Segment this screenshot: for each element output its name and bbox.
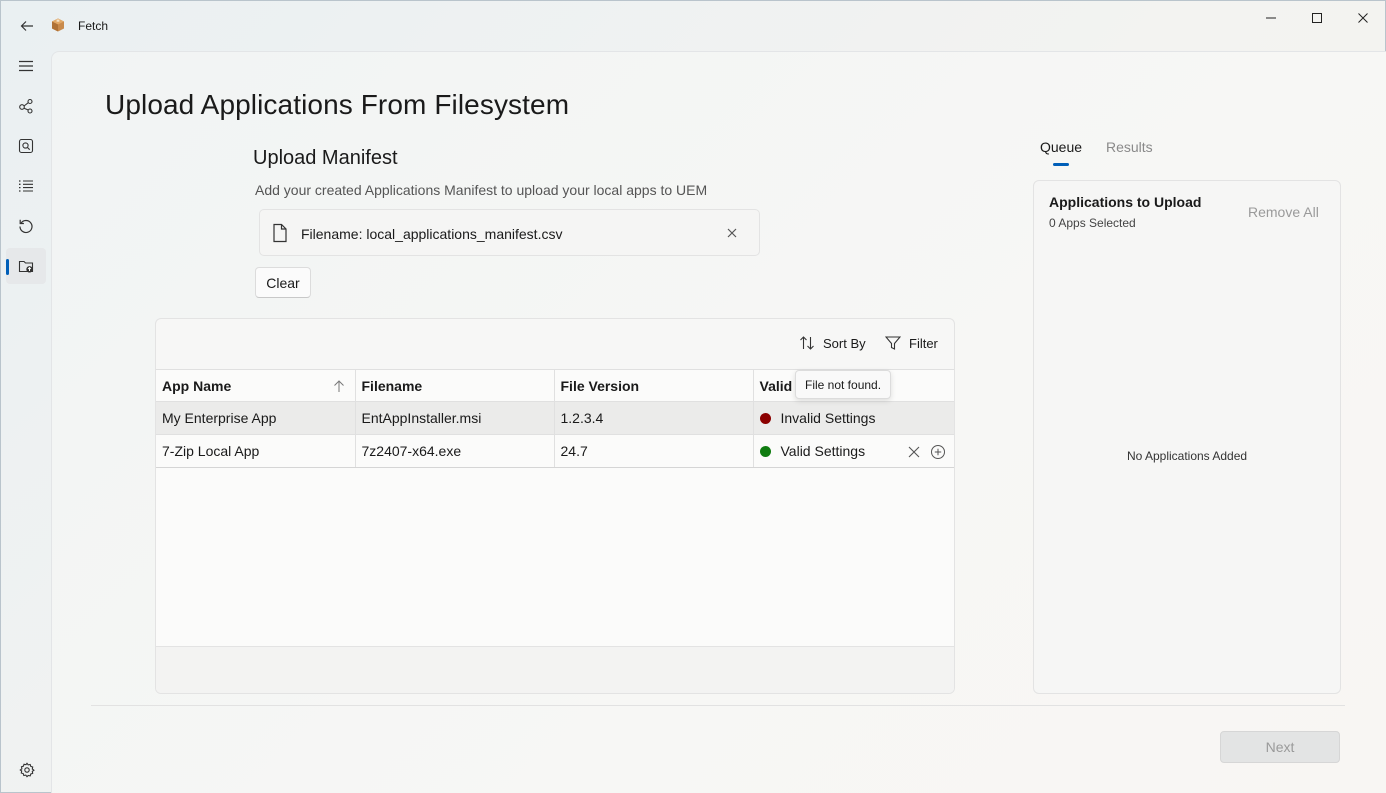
minimize-icon[interactable] bbox=[1251, 7, 1291, 29]
cell-filename: 7z2407-x64.exe bbox=[355, 434, 555, 468]
cell-file-version: 1.2.3.4 bbox=[554, 401, 754, 435]
cell-app-name: My Enterprise App bbox=[156, 401, 356, 435]
back-arrow-icon[interactable] bbox=[15, 14, 39, 38]
remove-all-button[interactable]: Remove All bbox=[1248, 204, 1319, 220]
list-icon[interactable] bbox=[6, 168, 46, 204]
sort-icon bbox=[800, 336, 814, 350]
manifest-filename: Filename: local_applications_manifest.cs… bbox=[301, 226, 563, 242]
next-button[interactable]: Next bbox=[1220, 731, 1340, 763]
gear-icon[interactable] bbox=[15, 758, 39, 782]
remove-row-icon[interactable] bbox=[908, 446, 920, 458]
tab-active-indicator bbox=[1053, 163, 1069, 166]
upload-queue-card: Applications to Upload 0 Apps Selected R… bbox=[1033, 180, 1341, 694]
tab-results[interactable]: Results bbox=[1106, 139, 1153, 155]
app-title: Fetch bbox=[78, 19, 109, 33]
queue-title: Applications to Upload bbox=[1049, 194, 1202, 210]
status-invalid-icon bbox=[759, 412, 771, 424]
row-actions bbox=[908, 435, 954, 467]
search-window-icon[interactable] bbox=[6, 128, 46, 164]
title-bar: Fetch bbox=[1, 1, 1385, 51]
filter-label: Filter bbox=[909, 335, 938, 351]
grid-toolbar: Sort By Filter bbox=[156, 319, 954, 369]
cell-filename: EntAppInstaller.msi bbox=[355, 401, 555, 435]
filter-button[interactable]: Filter bbox=[885, 335, 938, 351]
clear-button[interactable]: Clear bbox=[255, 267, 311, 298]
grid-footer bbox=[156, 646, 954, 693]
queue-count: 0 Apps Selected bbox=[1049, 216, 1136, 230]
refresh-icon[interactable] bbox=[6, 208, 46, 244]
queue-empty-message: No Applications Added bbox=[1126, 449, 1248, 463]
column-header-file-version[interactable]: File Version bbox=[554, 369, 754, 402]
column-header-app-name[interactable]: App Name bbox=[156, 369, 356, 402]
sort-ascending-icon bbox=[333, 380, 344, 392]
close-icon[interactable] bbox=[1343, 7, 1383, 29]
cell-status: Valid Settings bbox=[753, 434, 954, 468]
maximize-icon[interactable] bbox=[1297, 7, 1337, 29]
status-tooltip: File not found. bbox=[795, 370, 892, 399]
cell-app-name: 7-Zip Local App bbox=[156, 434, 356, 468]
tab-queue[interactable]: Queue bbox=[1040, 139, 1082, 155]
sort-by-label: Sort By bbox=[823, 335, 866, 351]
hamburger-icon[interactable] bbox=[6, 48, 46, 84]
nodes-icon[interactable] bbox=[6, 88, 46, 124]
manifest-description: Add your created Applications Manifest t… bbox=[255, 182, 708, 198]
app-window: Fetch Upload Applications From Filesyste… bbox=[0, 0, 1386, 793]
sort-by-button[interactable]: Sort By bbox=[799, 335, 866, 351]
manifest-file-card: Filename: local_applications_manifest.cs… bbox=[259, 209, 760, 256]
folder-upload-icon[interactable] bbox=[6, 248, 46, 284]
status-valid-icon bbox=[759, 445, 771, 457]
document-icon bbox=[272, 223, 288, 248]
cell-file-version: 24.7 bbox=[554, 434, 754, 468]
table-row[interactable]: My Enterprise App EntAppInstaller.msi 1.… bbox=[156, 401, 954, 435]
filter-icon bbox=[885, 336, 901, 350]
grid-body: App Name Filename File Version Valid My … bbox=[156, 369, 954, 646]
footer-divider bbox=[91, 705, 1345, 706]
status-label: Valid Settings bbox=[780, 443, 866, 459]
cell-status: Invalid Settings bbox=[753, 401, 954, 435]
table-row[interactable]: 7-Zip Local App 7z2407-x64.exe 24.7 Vali… bbox=[156, 434, 954, 468]
nav-active-indicator bbox=[6, 259, 9, 275]
manifest-title: Upload Manifest bbox=[253, 147, 398, 169]
remove-file-icon[interactable] bbox=[722, 223, 742, 243]
column-header-filename[interactable]: Filename bbox=[355, 369, 555, 402]
add-to-queue-icon[interactable] bbox=[930, 444, 946, 460]
package-icon bbox=[50, 17, 66, 33]
page-title: Upload Applications From Filesystem bbox=[105, 89, 570, 120]
status-label: Invalid Settings bbox=[780, 410, 876, 426]
